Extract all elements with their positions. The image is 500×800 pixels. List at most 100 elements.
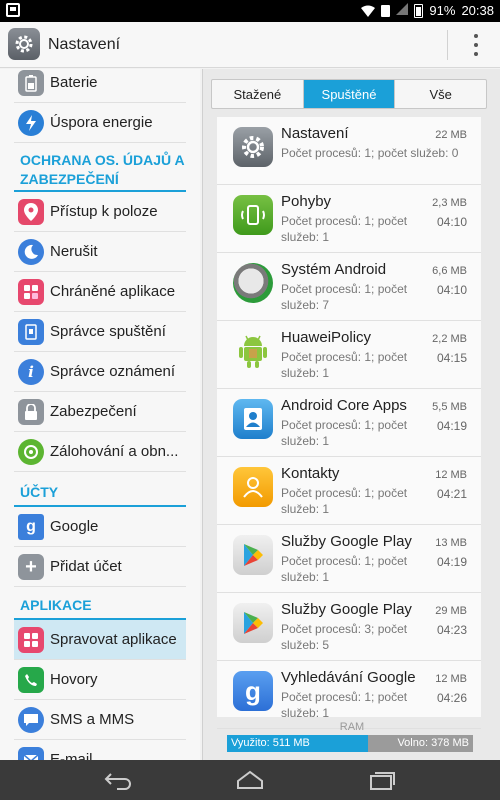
sidebar-item-calls[interactable]: Hovory [14,660,186,700]
status-bar: 91% 20:38 [0,0,500,22]
list-item[interactable]: HuaweiPolicy 2,2 MB Počet procesů: 1; po… [217,321,481,389]
back-icon[interactable] [98,768,138,792]
plus-icon: + [18,553,44,580]
motion-icon [233,195,273,235]
list-item[interactable]: g Vyhledávání Google 12 MB Počet procesů… [217,661,481,729]
list-item[interactable]: Android Core Apps 5,5 MB Počet procesů: … [217,389,481,457]
list-item[interactable]: Systém Android 6,6 MB Počet procesů: 1; … [217,253,481,321]
section-header-apps: APLIKACE [20,597,92,613]
list-item[interactable]: Nastavení 22 MB Počet procesů: 1; počet … [217,117,481,185]
app-running-time: 04:26 [436,691,467,705]
sidebar-item-email[interactable]: E-mail [14,740,186,760]
app-processes: Počet procesů: 1; počet služeb: 1 [281,350,408,380]
section-header-accounts: ÚČTY [20,484,59,500]
app-name: Nastavení [281,125,349,142]
app-name: Systém Android [281,261,387,278]
navigation-bar [0,760,500,800]
startup-manager-icon [18,318,44,345]
app-running-time: 04:21 [436,487,467,501]
settings-app-icon[interactable] [8,28,40,60]
app-running-time: 04:23 [436,623,467,637]
sidebar-item-label: Přidat účet [50,558,122,575]
app-name: Služby Google Play [281,533,412,550]
tab-running[interactable]: Spuštěné [303,80,396,108]
app-name: Android Core Apps [281,397,407,414]
app-size: 5,5 MB [432,401,467,413]
ram-free-text: Volno: 378 MB [397,737,469,749]
sidebar-item-label: E-mail [50,751,93,760]
sidebar-item-manage-apps[interactable]: Spravovat aplikace [14,620,186,660]
sidebar-item-label: Nerušit [50,243,98,260]
sidebar-item-label: Správce oznámení [50,363,176,380]
moon-icon [18,238,44,265]
app-processes: Počet procesů: 1; počet služeb: 1 [281,418,408,448]
sidebar-item-label: Hovory [50,671,98,688]
app-running-time: 04:10 [436,283,467,297]
email-icon [18,746,44,760]
google-play-icon [233,535,273,575]
sim-icon [381,4,391,17]
app-processes: Počet procesů: 1; počet služeb: 0 [281,146,459,160]
list-item[interactable]: Služby Google Play 13 MB Počet procesů: … [217,525,481,593]
sidebar-item-backup[interactable]: Zálohování a obn... [14,432,186,472]
sidebar-item-label: Přístup k poloze [50,203,158,220]
android-robot-icon [233,331,273,371]
app-running-time: 04:19 [436,419,467,433]
app-name: Služby Google Play [281,601,412,618]
tab-all[interactable]: Vše [395,80,486,108]
ram-label: RAM [339,721,365,733]
app-processes: Počet procesů: 1; počet služeb: 7 [281,282,408,312]
google-search-icon: g [233,671,273,711]
phone-icon [18,666,44,693]
action-bar: Nastavení [0,22,500,68]
signal-icon [396,3,409,18]
contacts-icon [233,467,273,507]
list-item[interactable]: Pohyby 2,3 MB Počet procesů: 1; počet sl… [217,185,481,253]
sidebar-item-label: Baterie [50,74,98,91]
app-processes: Počet procesů: 1; počet služeb: 1 [281,690,408,720]
app-processes: Počet procesů: 1; počet služeb: 1 [281,486,408,516]
app-running-time: 04:15 [436,351,467,365]
overflow-menu-icon[interactable] [472,34,480,56]
app-size: 22 MB [435,129,467,141]
sidebar-item-location[interactable]: Přístup k poloze [14,192,186,232]
wifi-icon [361,5,376,17]
app-size: 6,6 MB [432,265,467,277]
app-running-time: 04:19 [436,555,467,569]
sidebar-item-energy-saving[interactable]: Úspora energie [14,103,186,143]
settings-icon [233,127,273,167]
ram-usage-bar: Využito: 511 MB Volno: 378 MB [227,735,473,752]
battery-icon [18,69,44,96]
sidebar-item-sms[interactable]: SMS a MMS [14,700,186,740]
sidebar-item-security[interactable]: Zabezpečení [14,392,186,432]
sms-icon [18,706,44,733]
sidebar-item-google[interactable]: g Google [14,507,186,547]
sidebar-item-label: Chráněné aplikace [50,283,176,300]
tab-downloaded[interactable]: Stažené [212,80,304,108]
home-icon[interactable] [230,768,270,792]
android-system-icon [233,263,273,303]
app-size: 2,2 MB [432,333,467,345]
battery-percent: 91% [429,3,456,18]
sidebar-item-add-account[interactable]: + Přidat účet [14,547,186,587]
list-item[interactable]: Kontakty 12 MB Počet procesů: 1; počet s… [217,457,481,525]
battery-icon [414,3,424,18]
sidebar-item-notification-manager[interactable]: i Správce oznámení [14,352,186,392]
running-apps-list: Nastavení 22 MB Počet procesů: 1; počet … [217,117,481,729]
clock: 20:38 [461,3,494,18]
list-item[interactable]: Služby Google Play 29 MB Počet procesů: … [217,593,481,661]
section-header-privacy: OCHRANA OS. ÚDAJŮ A ZABEZPEČENÍ [20,152,185,187]
sidebar-item-label: SMS a MMS [50,711,135,728]
app-processes: Počet procesů: 3; počet služeb: 5 [281,622,408,652]
protected-apps-icon [18,278,44,305]
recent-apps-icon[interactable] [362,768,402,792]
sidebar-item-protected-apps[interactable]: Chráněné aplikace [14,272,186,312]
lock-icon [18,398,44,425]
divider [447,30,448,60]
sidebar-item-startup-manager[interactable]: Správce spuštění [14,312,186,352]
sidebar-item-battery[interactable]: Baterie [14,69,186,103]
app-size: 12 MB [435,673,467,685]
app-tabs: Stažené Spuštěné Vše [211,79,487,109]
energy-saving-icon [18,109,44,136]
sidebar-item-do-not-disturb[interactable]: Nerušit [14,232,186,272]
